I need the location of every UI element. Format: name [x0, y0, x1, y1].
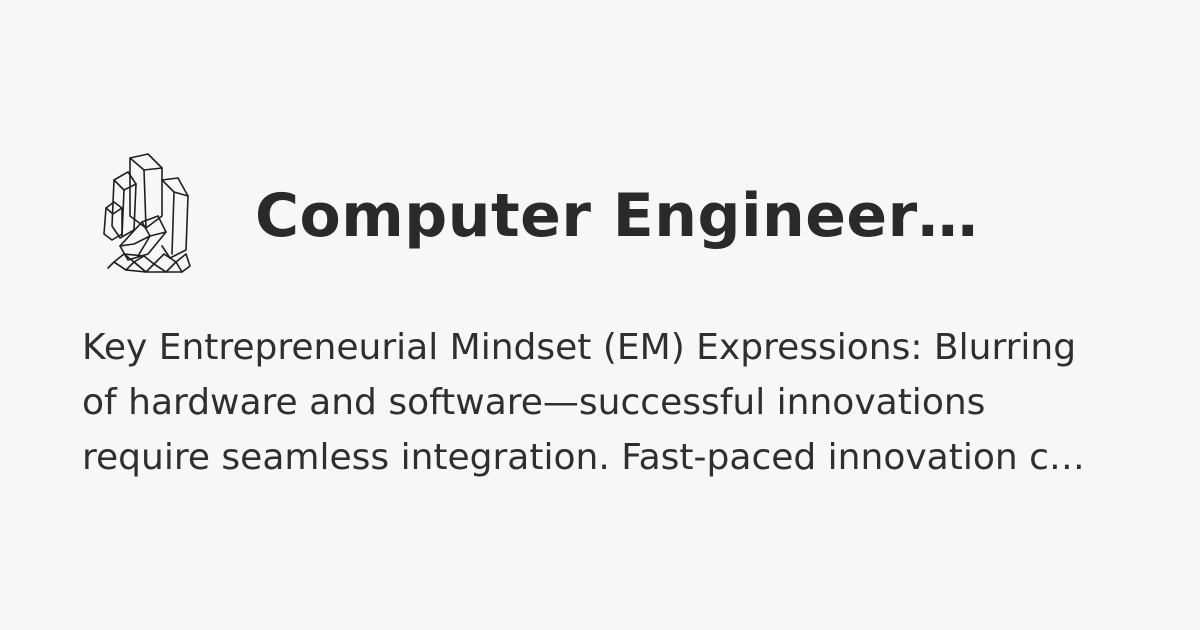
- description-line-2: of hardware and software—successful inno…: [82, 382, 986, 423]
- social-preview-card: Computer Engineer… Key Entrepreneurial M…: [0, 0, 1200, 630]
- description-line-3: require seamless integration. Fast-paced…: [82, 437, 1085, 478]
- header: Computer Engineer…: [100, 150, 1100, 280]
- description-line-1: Key Entrepreneurial Mindset (EM) Express…: [82, 327, 1077, 368]
- page-title: Computer Engineer…: [255, 181, 979, 251]
- description-text: Key Entrepreneurial Mindset (EM) Express…: [82, 320, 1122, 485]
- crystal-cluster-icon: [100, 150, 192, 278]
